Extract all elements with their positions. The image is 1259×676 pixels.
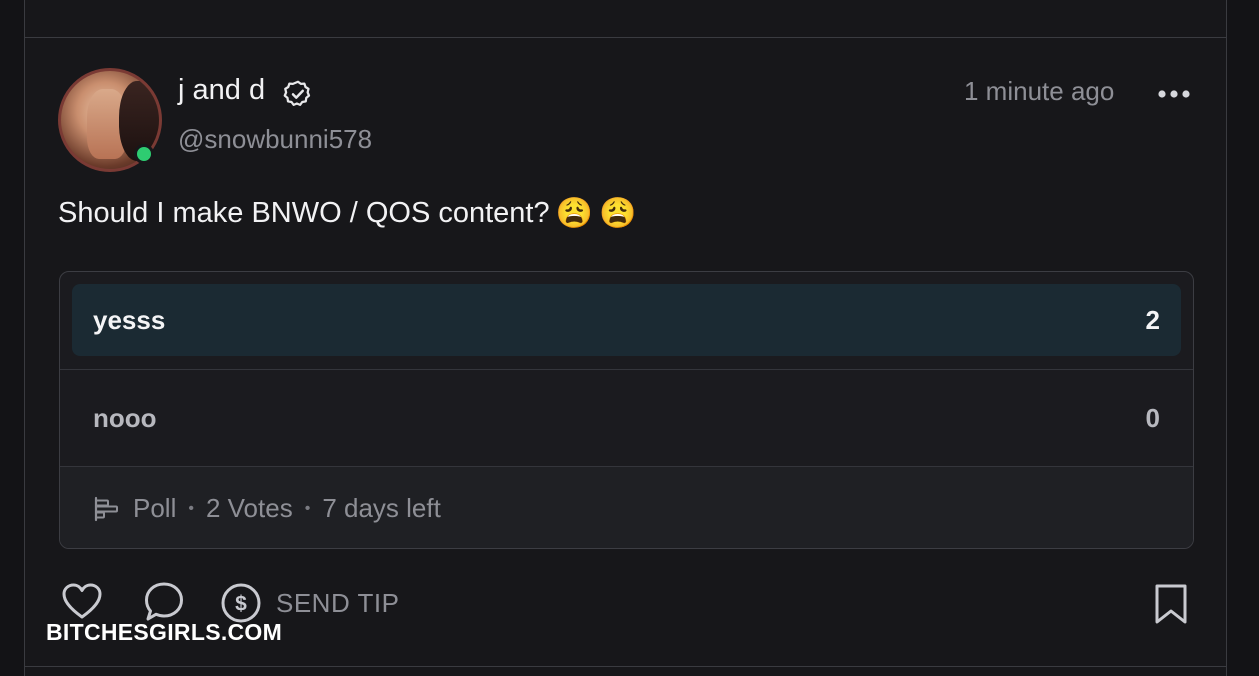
verified-check-icon: [283, 80, 311, 106]
weary-face-emoji: 😩: [555, 197, 593, 230]
poll-option-yesss[interactable]: yesss 2: [60, 272, 1193, 369]
post-body: Should I make BNWO / QOS content? 😩 😩: [58, 196, 636, 231]
poll-option-label: yesss: [93, 305, 166, 335]
send-tip-button[interactable]: $ SEND TIP: [220, 582, 399, 624]
send-tip-label: SEND TIP: [276, 587, 400, 618]
watermark-text: BITCHESGIRLS.COM: [46, 619, 283, 645]
online-status-dot: [134, 144, 154, 164]
poll-votes: 2 Votes: [205, 493, 293, 523]
dollar-coin-icon: $: [221, 583, 261, 623]
poll-type-label: Poll: [133, 493, 177, 523]
divider-bottom: [24, 666, 1227, 667]
poll-icon: [94, 496, 118, 521]
author-handle[interactable]: @snowbunni578: [178, 124, 372, 155]
bookmark-icon[interactable]: [1152, 582, 1190, 626]
poll-option-fill: [72, 284, 1181, 356]
separator-dot: •: [304, 499, 311, 517]
more-dots-icon[interactable]: [1154, 84, 1194, 104]
comment-icon[interactable]: [142, 580, 186, 624]
poll-card: yesss 2 nooo 0 Poll • 2 Votes • 7 days l…: [59, 271, 1194, 549]
weary-face-emoji: 😩: [598, 197, 637, 230]
author-avatar[interactable]: [58, 68, 162, 172]
divider-top: [24, 37, 1227, 38]
svg-text:$: $: [235, 593, 247, 616]
separator-dot: •: [188, 499, 194, 517]
poll-footer: Poll • 2 Votes • 7 days left: [60, 466, 1193, 548]
heart-icon[interactable]: [60, 580, 104, 624]
poll-option-nooo[interactable]: nooo 0: [60, 369, 1193, 466]
poll-remaining: 7 days left: [322, 493, 441, 523]
author-display-name[interactable]: j and d: [178, 74, 265, 107]
poll-option-count: 2: [1145, 305, 1160, 335]
poll-option-count: 0: [1145, 402, 1160, 433]
poll-option-label: nooo: [93, 402, 157, 433]
post-timestamp[interactable]: 1 minute ago: [964, 76, 1114, 107]
post-text: Should I make BNWO / QOS content?: [58, 197, 550, 229]
